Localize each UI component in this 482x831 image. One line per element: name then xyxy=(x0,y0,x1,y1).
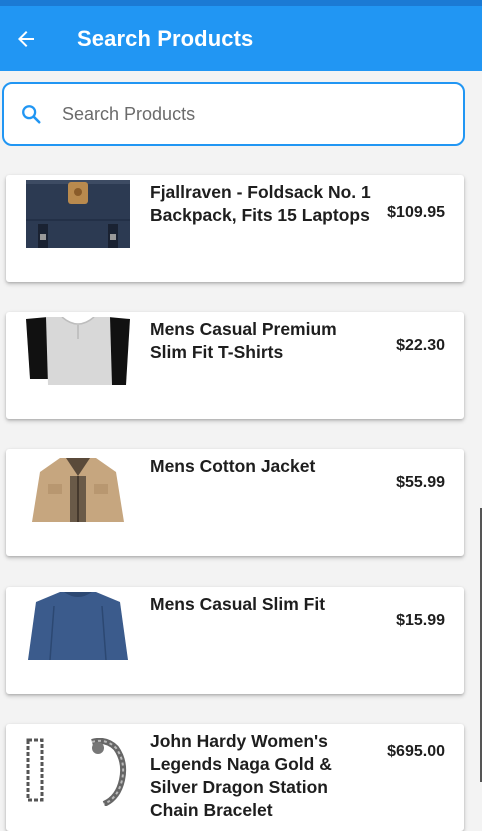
product-card[interactable]: Mens Casual Slim Fit $15.99 xyxy=(6,587,464,694)
product-image-jacket xyxy=(26,454,130,522)
product-image-backpack xyxy=(26,180,130,248)
product-price: $695.00 xyxy=(387,743,445,760)
product-card[interactable]: Mens Casual Premium Slim Fit T-Shirts $2… xyxy=(6,312,464,419)
search-field[interactable] xyxy=(2,82,465,146)
product-name: Fjallraven - Foldsack No. 1 Backpack, Fi… xyxy=(150,182,371,225)
product-price: $55.99 xyxy=(396,474,445,491)
product-price: $15.99 xyxy=(396,612,445,629)
product-price: $109.95 xyxy=(387,204,445,221)
product-card[interactable]: Mens Cotton Jacket $55.99 xyxy=(6,449,464,556)
product-name: Mens Casual Slim Fit xyxy=(150,594,326,614)
search-icon xyxy=(22,105,41,124)
search-input[interactable] xyxy=(60,102,444,126)
product-price: $22.30 xyxy=(396,337,445,354)
product-name: John Hardy Women's Legends Naga Gold & S… xyxy=(150,731,332,820)
product-image-t-shirt xyxy=(26,317,130,385)
product-card[interactable]: John Hardy Women's Legends Naga Gold & S… xyxy=(6,724,464,831)
product-name: Mens Casual Premium Slim Fit T-Shirts xyxy=(150,319,337,362)
product-card[interactable]: Fjallraven - Foldsack No. 1 Backpack, Fi… xyxy=(6,175,464,282)
product-image-long-sleeve-shirt xyxy=(26,592,130,660)
product-name: Mens Cotton Jacket xyxy=(150,456,316,476)
product-image-bracelet xyxy=(26,738,130,806)
